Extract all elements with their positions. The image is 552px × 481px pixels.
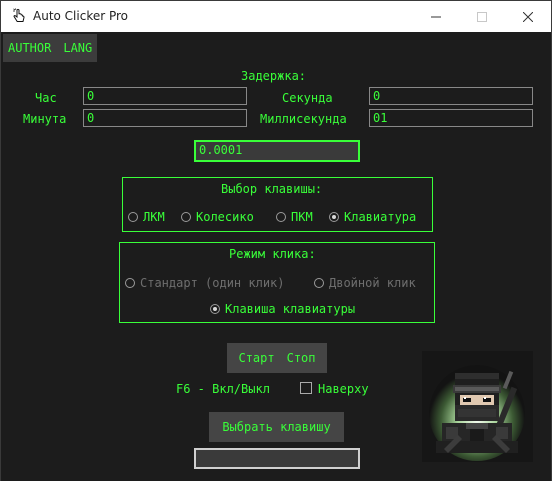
title-bar: Auto Clicker Pro <box>1 1 551 32</box>
radio-double-click[interactable]: Двойной клик <box>314 276 416 290</box>
radio-rmb-label: ПКМ <box>291 210 313 224</box>
radio-standard-indicator <box>125 278 135 288</box>
radio-wheel[interactable]: Колесико <box>181 210 254 224</box>
click-mode-heading: Режим клика: <box>229 247 316 261</box>
menu-author[interactable]: AUTHOR <box>8 41 51 55</box>
stop-button[interactable]: Стоп <box>287 351 316 365</box>
close-icon <box>523 11 533 22</box>
milliseconds-label: Миллисекунда <box>260 112 347 126</box>
radio-lmb-indicator <box>128 212 138 222</box>
hours-input[interactable]: 0 <box>83 87 247 105</box>
maximize-button <box>459 1 505 32</box>
radio-keyboard[interactable]: Клавиатура <box>329 210 416 224</box>
pointer-hand-icon <box>13 8 25 22</box>
interval-display[interactable]: 0.0001 <box>194 140 360 162</box>
radio-keyboard-indicator <box>329 212 339 222</box>
radio-keyboard-key-label: Клавиша клавиатуры <box>225 302 356 316</box>
start-button[interactable]: Старт <box>238 351 274 365</box>
choose-key-button[interactable]: Выбрать клавишу <box>209 412 344 442</box>
ninja-logo <box>422 351 533 462</box>
radio-standard-click[interactable]: Стандарт (один клик) <box>125 276 285 290</box>
minutes-input[interactable]: 0 <box>83 109 247 127</box>
minimize-icon <box>431 16 441 17</box>
delay-heading: Задержка: <box>241 69 307 83</box>
key-select-heading: Выбор клавишы: <box>221 182 323 196</box>
hotkey-info: F6 - Вкл/Выкл <box>176 382 270 396</box>
radio-wheel-indicator <box>181 212 191 222</box>
radio-keyboard-key[interactable]: Клавиша клавиатуры <box>210 302 355 316</box>
radio-wheel-label: Колесико <box>196 210 254 224</box>
app-window: Auto Clicker Pro AUTHOR LANG Задержка: Ч… <box>0 0 552 481</box>
window-title: Auto Clicker Pro <box>33 9 129 23</box>
radio-lmb-label: ЛКМ <box>143 210 165 224</box>
menu-bar: AUTHOR LANG <box>3 34 98 62</box>
on-top-checkbox[interactable] <box>300 382 312 394</box>
main-content: AUTHOR LANG Задержка: Час 0 Секунда 0 Ми… <box>1 32 551 481</box>
radio-keyboard-label: Клавиатура <box>344 210 417 224</box>
close-button[interactable] <box>505 1 551 32</box>
minutes-label: Минута <box>23 112 67 126</box>
radio-rmb-indicator <box>276 212 286 222</box>
on-top-label: Наверху <box>318 382 369 396</box>
maximize-icon <box>477 11 487 22</box>
minimize-button[interactable] <box>413 1 459 32</box>
radio-keyboard-key-indicator <box>210 304 220 314</box>
start-stop-panel: Старт Стоп <box>227 343 327 373</box>
radio-standard-label: Стандарт (один клик) <box>140 276 285 290</box>
menu-lang[interactable]: LANG <box>63 41 92 55</box>
seconds-input[interactable]: 0 <box>369 87 533 105</box>
radio-double-indicator <box>314 278 324 288</box>
radio-lmb[interactable]: ЛКМ <box>128 210 165 224</box>
milliseconds-input[interactable]: 01 <box>369 109 533 127</box>
selected-key-display[interactable] <box>194 448 360 469</box>
hours-label: Час <box>35 91 57 105</box>
radio-rmb[interactable]: ПКМ <box>276 210 313 224</box>
radio-double-label: Двойной клик <box>329 276 416 290</box>
seconds-label: Секунда <box>282 91 333 105</box>
